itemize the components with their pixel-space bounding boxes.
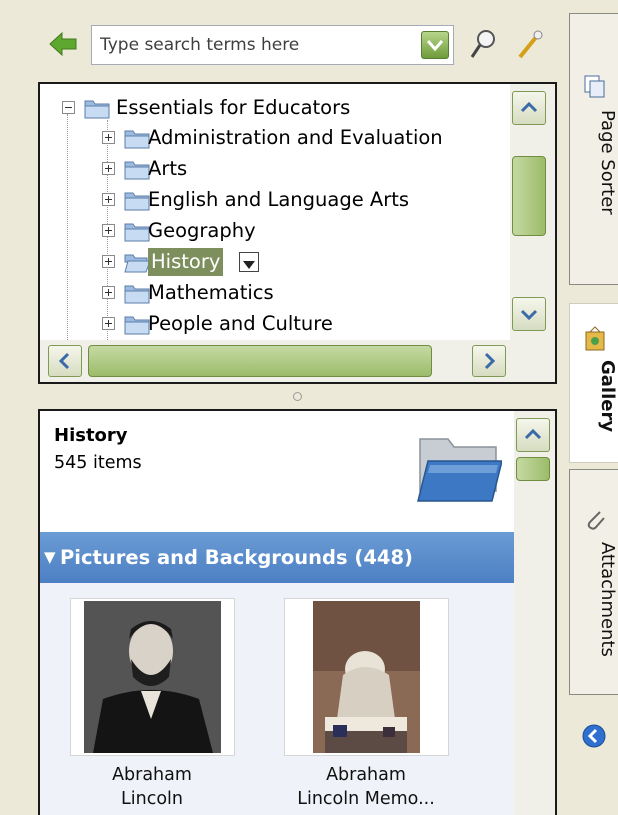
folder-open-icon xyxy=(124,254,150,273)
gallery-icon xyxy=(585,326,605,351)
search-input[interactable] xyxy=(92,26,410,64)
tree-item-root[interactable]: Essentials for Educators xyxy=(62,93,522,123)
gallery-title: History xyxy=(54,425,128,446)
search-icon xyxy=(470,30,495,58)
scroll-left-button[interactable] xyxy=(48,345,82,377)
folder-icon xyxy=(124,161,150,180)
tree-item-label: Geography xyxy=(148,219,256,242)
lincoln-portrait-image xyxy=(84,601,221,753)
chevron-right-icon xyxy=(484,352,496,370)
folder-icon xyxy=(124,192,150,211)
scroll-down-button[interactable] xyxy=(512,297,546,331)
folder-icon xyxy=(124,130,150,149)
lincoln-memorial-image xyxy=(313,601,420,753)
expand-toggle[interactable] xyxy=(102,193,115,206)
expand-toggle[interactable] xyxy=(102,286,115,299)
search-history-dropdown[interactable] xyxy=(421,31,449,59)
chevron-up-icon xyxy=(524,428,542,440)
gallery-scroll-thumb[interactable] xyxy=(516,457,550,481)
gallery-item-caption: Abraham Lincoln Memo... xyxy=(266,763,466,811)
tree-item-label-selected: History xyxy=(148,248,224,276)
panel-splitter[interactable] xyxy=(293,392,302,401)
chevron-up-icon xyxy=(520,101,538,113)
tree-item-history[interactable]: History xyxy=(102,247,522,277)
chevron-down-icon xyxy=(426,40,444,52)
section-header-pictures[interactable]: ▼ Pictures and Backgrounds (448) xyxy=(40,532,514,583)
folder-icon xyxy=(124,285,150,304)
tab-page-sorter[interactable]: Page Sorter xyxy=(569,13,618,285)
tree-item-geography[interactable]: Geography xyxy=(102,216,522,246)
section-body: Abraham Lincoln Abraham Lincoln Memo... xyxy=(40,583,514,815)
tab-label: Attachments xyxy=(597,542,618,657)
item-options-dropdown[interactable] xyxy=(239,252,259,272)
tree-item-administration[interactable]: Administration and Evaluation xyxy=(102,123,522,153)
tab-attachments[interactable]: Attachments xyxy=(569,469,618,695)
gallery-scroll-up-button[interactable] xyxy=(516,418,550,452)
expand-toggle[interactable] xyxy=(102,255,115,268)
horizontal-scroll-thumb[interactable] xyxy=(88,345,432,377)
tree-item-label: People and Culture xyxy=(148,312,333,335)
paperclip-icon xyxy=(587,511,605,530)
tree-item-label: Arts xyxy=(148,157,188,180)
tree-item-label: English and Language Arts xyxy=(148,188,410,211)
collapse-panel-button[interactable] xyxy=(569,713,618,773)
folder-icon xyxy=(124,223,150,242)
tab-gallery[interactable]: Gallery xyxy=(569,303,618,463)
side-tabs: Page Sorter Gallery Attachments xyxy=(569,13,618,815)
vertical-scroll-thumb[interactable] xyxy=(512,156,546,236)
tree-item-label: Mathematics xyxy=(148,281,274,304)
caption-line: Lincoln xyxy=(121,789,183,809)
folder-icon xyxy=(417,438,502,502)
folder-icon xyxy=(84,100,110,119)
gallery-item-caption: Abraham Lincoln xyxy=(52,763,252,811)
tree-item-english[interactable]: English and Language Arts xyxy=(102,185,522,215)
wand-button[interactable] xyxy=(515,28,545,60)
gallery-item-lincoln-memorial[interactable] xyxy=(284,598,449,756)
tree-item-label: Administration and Evaluation xyxy=(148,126,443,149)
tree-item-people-culture[interactable]: People and Culture xyxy=(102,309,522,339)
collapse-toggle[interactable] xyxy=(62,101,75,114)
search-button[interactable] xyxy=(468,28,498,60)
chevron-left-icon xyxy=(58,352,70,370)
page-sorter-icon xyxy=(584,75,605,98)
gallery-item-abraham-lincoln[interactable] xyxy=(70,598,235,756)
collapse-triangle-icon: ▼ xyxy=(44,548,56,566)
expand-toggle[interactable] xyxy=(102,131,115,144)
tree-item-label: Essentials for Educators xyxy=(116,96,351,119)
triangle-down-icon xyxy=(243,261,255,269)
search-box xyxy=(91,25,454,65)
tree-item-arts[interactable]: Arts xyxy=(102,154,522,184)
back-arrow-button[interactable] xyxy=(48,30,78,58)
collapse-arrow-icon xyxy=(582,724,606,748)
tab-label: Page Sorter xyxy=(597,110,618,215)
tab-label: Gallery xyxy=(597,360,618,433)
tree-item-mathematics[interactable]: Mathematics xyxy=(102,278,522,308)
wand-icon xyxy=(518,30,543,59)
back-arrow-icon xyxy=(49,31,77,57)
expand-toggle[interactable] xyxy=(102,224,115,237)
expand-toggle[interactable] xyxy=(102,317,115,330)
expand-toggle[interactable] xyxy=(102,162,115,175)
section-title: Pictures and Backgrounds (448) xyxy=(60,546,413,569)
scroll-right-button[interactable] xyxy=(472,345,506,377)
folder-icon xyxy=(124,316,150,335)
scroll-up-button[interactable] xyxy=(512,91,546,125)
caption-line: Lincoln Memo... xyxy=(297,789,435,809)
caption-line: Abraham xyxy=(112,765,192,785)
category-tree: Essentials for Educators Administration … xyxy=(38,82,557,384)
gallery-panel: History 545 items ▼ Pictures and Backgro… xyxy=(38,409,557,815)
chevron-down-icon xyxy=(520,309,538,321)
gallery-item-count: 545 items xyxy=(54,453,142,473)
caption-line: Abraham xyxy=(326,765,406,785)
